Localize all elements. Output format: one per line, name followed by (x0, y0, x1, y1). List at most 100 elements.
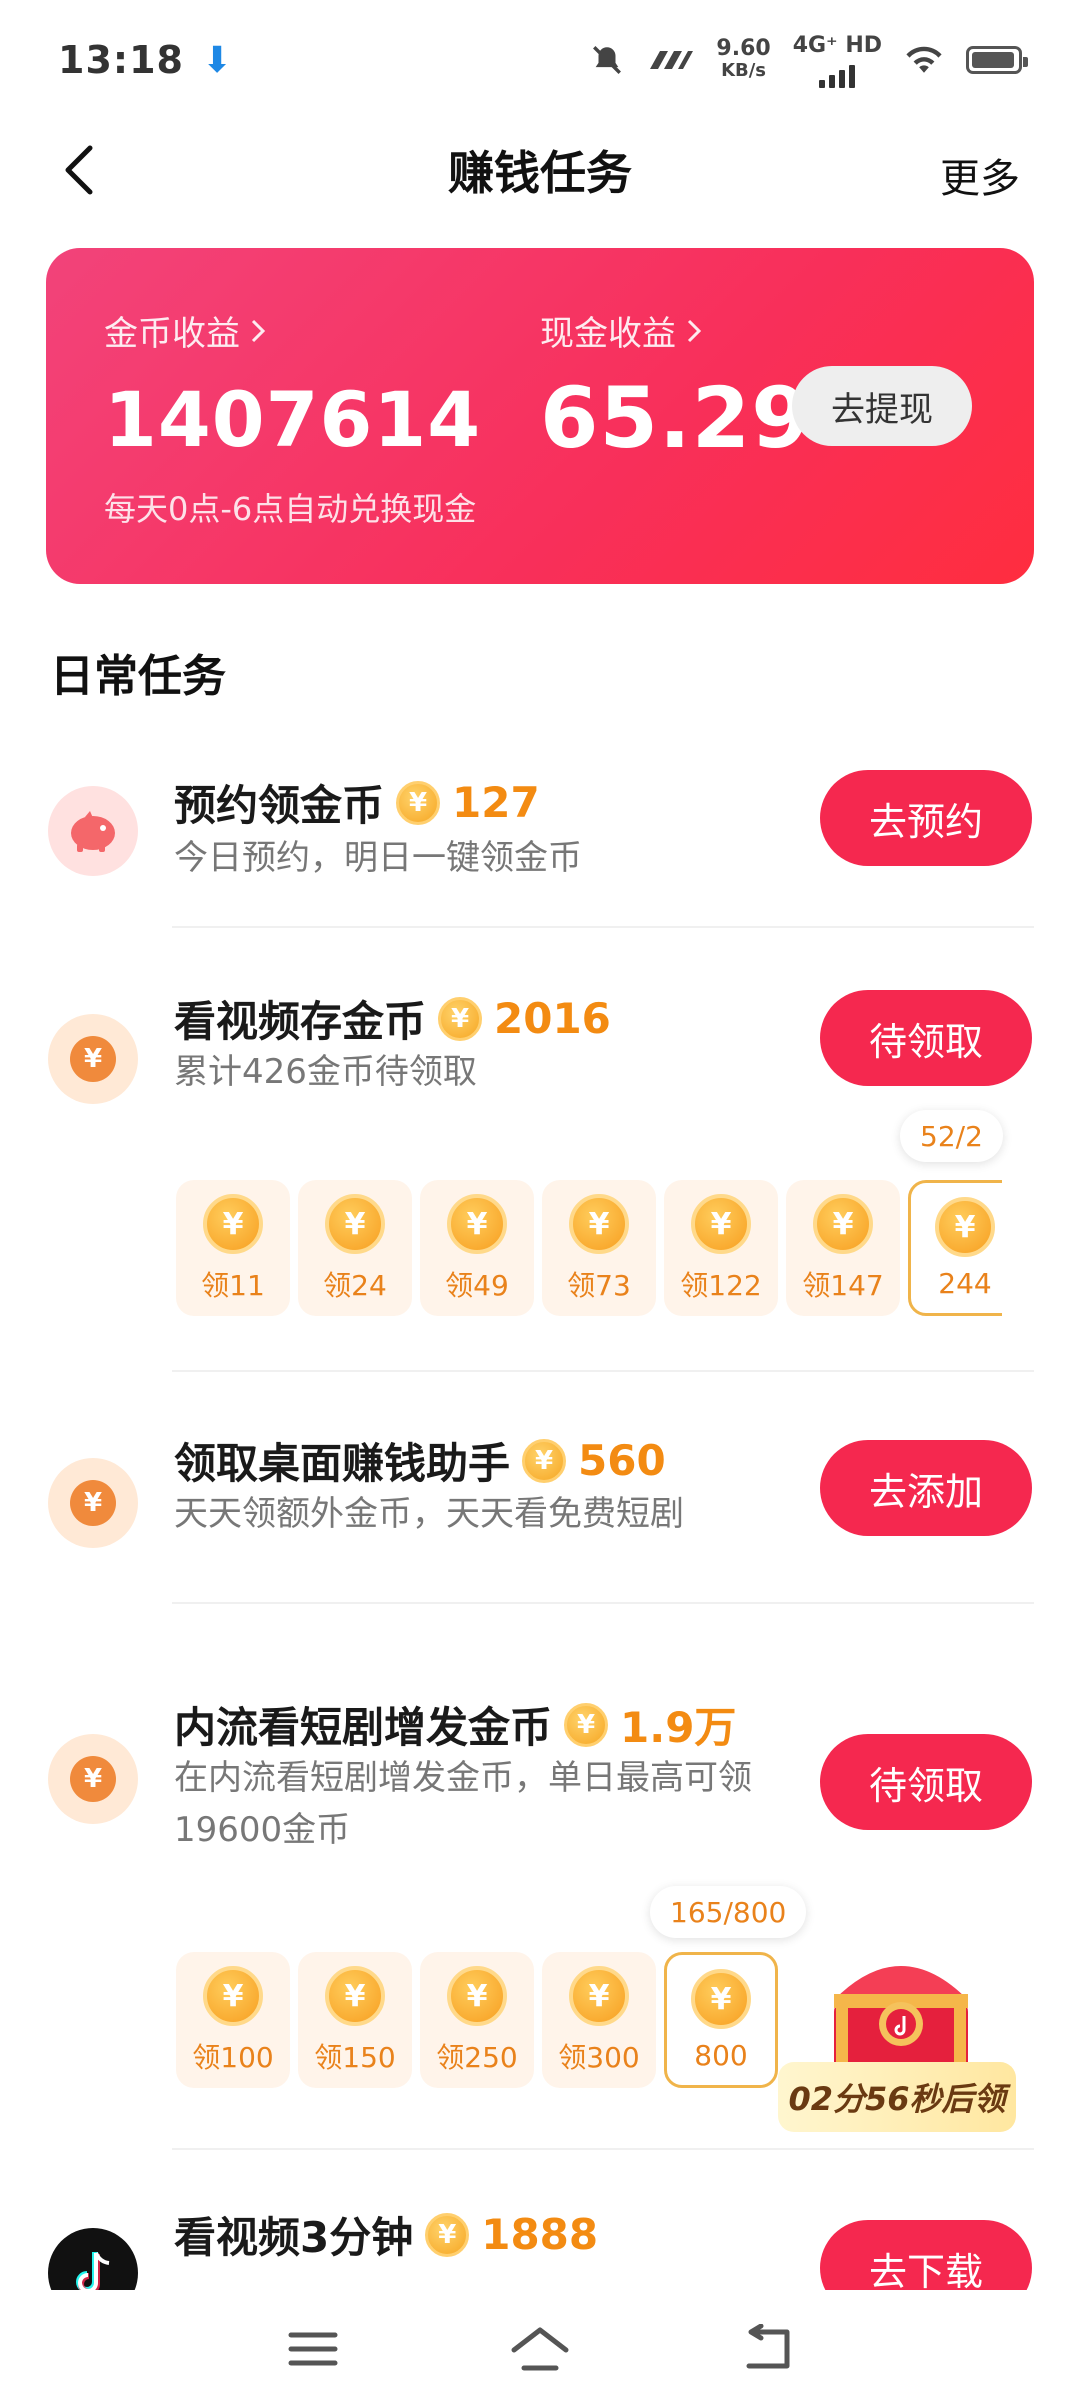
coin-stage[interactable]: ¥ 领250 (420, 1952, 534, 2088)
coin-stage-amount: 800 (694, 2039, 748, 2072)
download-icon: ⬇ (201, 39, 233, 81)
coin-stage[interactable]: ¥ 领49 (420, 1180, 534, 1316)
coin-stage[interactable]: ¥ 领73 (542, 1180, 656, 1316)
chevron-right-icon (687, 319, 702, 342)
coin-earnings-label-row: 金币收益 (104, 306, 481, 355)
yuan-glyph: ¥ (70, 1756, 116, 1802)
coin-stage-amount: 244 (938, 1267, 992, 1300)
status-bar: 13:18 ⬇ 9.60 KB/s 4G⁺ HD (0, 0, 1080, 120)
claim-button[interactable]: 待领取 (820, 990, 1032, 1086)
coin-icon: ¥ (396, 780, 441, 825)
nav-header: 赚钱任务 更多 (0, 120, 1080, 220)
coin-stage[interactable]: ¥ 领150 (298, 1952, 412, 2088)
coin-stage-amount: 领250 (436, 2041, 518, 2074)
coin-stage[interactable]: ¥ 领24 (298, 1180, 412, 1316)
coin-icon: ¥ (438, 996, 483, 1041)
task-name-row: 内流看短剧增发金币 ¥ 1.9万 (174, 1694, 736, 1755)
back-icon[interactable] (732, 2319, 802, 2379)
task-desc: 天天领额外金币，天天看免费短剧 (174, 1494, 684, 1534)
chevron-right-icon (251, 319, 266, 342)
coin-stage-amount: 领122 (680, 1269, 762, 1302)
coin-stage-amount: 领147 (802, 1269, 884, 1302)
task-reward: 1888 (481, 2210, 599, 2259)
exchange-hint: 每天0点-6点自动兑换现金 (104, 490, 477, 528)
network-type: 4G⁺ HD (792, 32, 882, 58)
yuan-glyph: ¥ (70, 1036, 116, 1082)
coin-icon: ¥ (569, 1194, 629, 1254)
menu-icon[interactable] (278, 2319, 348, 2379)
cash-earnings-label: 现金收益 (540, 314, 676, 354)
task-name: 内流看短剧增发金币 (174, 1703, 553, 1752)
task-desc: 累计426金币待领取 (174, 1052, 477, 1092)
reserve-button[interactable]: 去预约 (820, 770, 1032, 866)
task-reward: 1.9万 (620, 1703, 737, 1752)
coin-stage[interactable]: ¥ 领300 (542, 1952, 656, 2088)
task-name-row: 领取桌面赚钱助手 ¥ 560 (174, 1430, 666, 1491)
coin-stage-amount: 领11 (201, 1269, 265, 1302)
coin-earnings[interactable]: 金币收益 1407614 (104, 306, 481, 464)
section-title-daily-tasks: 日常任务 (50, 651, 226, 702)
task-name: 预约领金币 (174, 781, 385, 830)
coin-icon: ¥ (813, 1194, 873, 1254)
coin-earnings-value: 1407614 (104, 375, 482, 464)
cell-signal: 4G⁺ HD (793, 33, 882, 88)
coin-stage[interactable]: ¥ 领122 (664, 1180, 778, 1316)
task-reward: 2016 (494, 994, 611, 1043)
signal-bars-icon (819, 58, 856, 88)
home-icon[interactable] (505, 2319, 575, 2379)
coin-progress-strip: ¥ 领100 ¥ 领150 ¥ 领250 ¥ 领300 ¥800 (176, 1952, 816, 2092)
wifi-icon (906, 46, 942, 73)
piggy-bank-icon (48, 786, 138, 876)
coin-icon: ¥ (203, 1966, 263, 2026)
cash-earnings-label-row: 现金收益 (540, 306, 811, 355)
chest-timer: 02分56秒后领 (778, 2062, 1016, 2132)
coin-icon: ¥ (564, 1702, 609, 1747)
claim-button[interactable]: 待领取 (820, 1734, 1032, 1830)
coin-progress-strip: ¥ 领11 ¥ 领24 ¥ 领49 ¥ 领73 ¥ 领122 ¥ 领147 ¥244 (176, 1180, 1002, 1320)
cash-earnings[interactable]: 现金收益 65.29 (540, 306, 811, 467)
task-name-row: 看视频存金币 ¥ 2016 (174, 988, 611, 1049)
yuan-glyph: ¥ (70, 1480, 116, 1526)
withdraw-button[interactable]: 去提现 (792, 366, 972, 446)
coin-icon: ¥ (691, 1969, 751, 2029)
coin-stage[interactable]: ¥ 领100 (176, 1952, 290, 2088)
task-name: 看视频3分钟 (174, 2213, 414, 2262)
battery-icon (966, 46, 1028, 74)
task-name: 领取桌面赚钱助手 (174, 1439, 511, 1488)
progress-bubble: 52/2 (900, 1110, 1003, 1162)
more-button[interactable]: 更多 (940, 146, 1020, 204)
task-reward: 127 (452, 778, 540, 827)
coin-stage-amount: 领73 (567, 1269, 631, 1302)
yuan-coin-icon: ¥ (48, 1458, 138, 1548)
coin-icon: ¥ (522, 1438, 567, 1483)
coin-icon: ¥ (569, 1966, 629, 2026)
back-arrow-icon[interactable] (52, 140, 112, 200)
net-speed-value: 9.60 (716, 36, 771, 61)
divider (172, 1370, 1034, 1372)
net-speed-unit: KB/s (721, 60, 767, 81)
coin-stage-amount: 领49 (445, 1269, 509, 1302)
coin-stage-amount: 领300 (558, 2041, 640, 2074)
coin-stage-current[interactable]: ¥800 (664, 1952, 778, 2088)
divider (172, 2148, 1034, 2150)
coin-icon: ¥ (935, 1197, 995, 1257)
coin-icon: ¥ (447, 1194, 507, 1254)
coin-icon: ¥ (691, 1194, 751, 1254)
page: 13:18 ⬇ 9.60 KB/s 4G⁺ HD 赚钱任务 更多 金币收益 14… (0, 0, 1080, 2408)
divider (172, 926, 1034, 928)
earnings-card: 金币收益 1407614 现金收益 65.29 去提现 每天0点-6点自动兑换现… (46, 248, 1034, 584)
coin-earnings-label: 金币收益 (104, 314, 240, 354)
status-icons: 9.60 KB/s 4G⁺ HD (590, 33, 1028, 88)
add-button[interactable]: 去添加 (820, 1440, 1032, 1536)
coin-icon: ¥ (203, 1194, 263, 1254)
progress-bubble: 165/800 (650, 1886, 807, 1938)
coin-stage[interactable]: ¥ 领11 (176, 1180, 290, 1316)
coin-stage-current[interactable]: ¥244 (908, 1180, 1002, 1316)
net-speed: 9.60 KB/s (716, 38, 770, 82)
coin-icon: ¥ (325, 1194, 385, 1254)
system-nav-bar (0, 2290, 1080, 2408)
carrier-logo-icon (650, 51, 694, 69)
task-reward: 560 (578, 1436, 666, 1485)
status-time: 13:18 (58, 38, 184, 82)
coin-stage[interactable]: ¥ 领147 (786, 1180, 900, 1316)
